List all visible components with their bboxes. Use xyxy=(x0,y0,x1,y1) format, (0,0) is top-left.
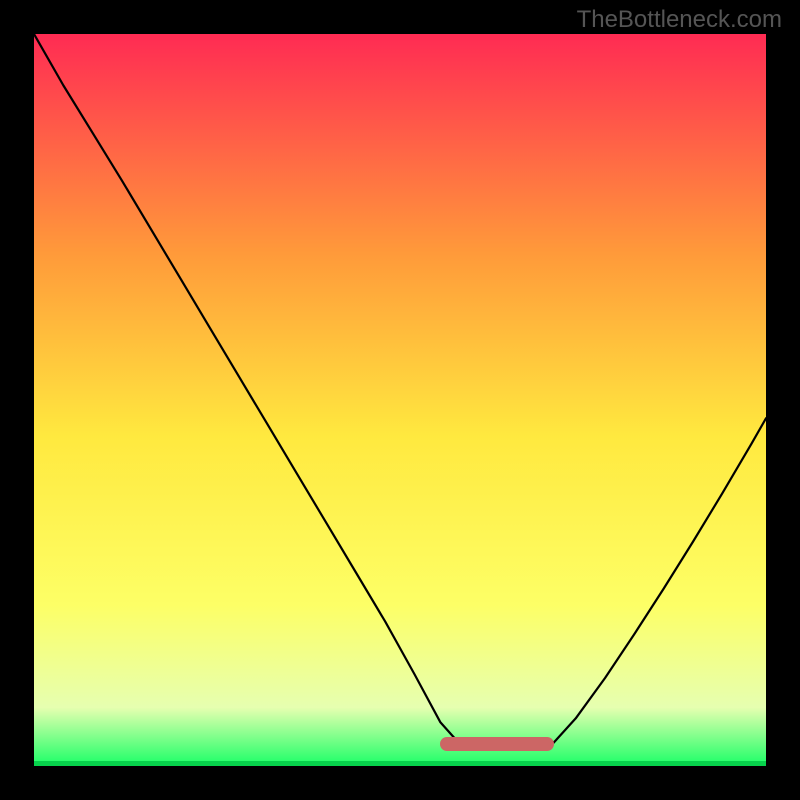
bottleneck-curve xyxy=(34,34,766,766)
optimal-region-marker xyxy=(440,737,553,751)
watermark-text: TheBottleneck.com xyxy=(577,6,782,34)
plot-area xyxy=(34,34,766,766)
